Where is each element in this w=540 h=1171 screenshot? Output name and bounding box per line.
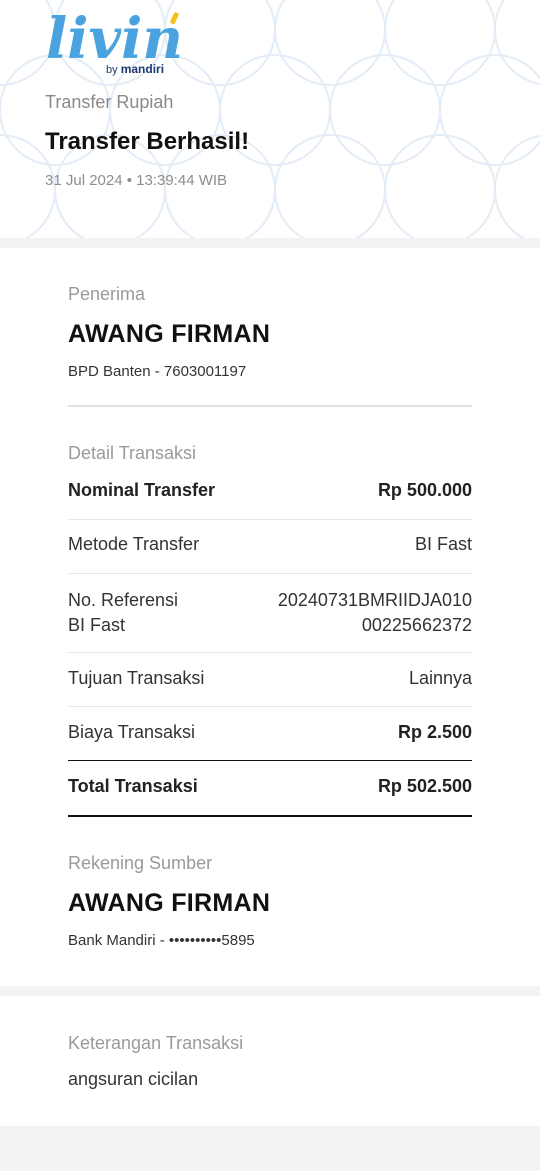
logo-byline: by mandiri: [106, 62, 165, 76]
recipient-label: Penerima: [68, 284, 146, 304]
transfer-type: Transfer Rupiah: [45, 92, 174, 112]
note-value: angsuran cicilan: [68, 1069, 199, 1089]
page-title: Transfer Berhasil!: [45, 128, 250, 155]
total-divider-bottom: [68, 815, 472, 817]
row-divider: [68, 652, 472, 653]
note-card: Keterangan Transaksi angsuran cicilan: [0, 996, 540, 1126]
source-bank-account: Bank Mandiri - ••••••••••5895: [68, 932, 255, 949]
total-divider-top: [68, 760, 472, 761]
transaction-card: Penerima AWANG FIRMAN BPD Banten - 76030…: [0, 248, 540, 986]
source-account-name: AWANG FIRMAN: [68, 889, 271, 917]
note-label: Keterangan Transaksi: [68, 1033, 244, 1053]
row-divider: [68, 573, 472, 574]
row-reference-number: No. Referensi BI Fast 20240731BMRIIDJA01…: [68, 590, 472, 635]
recipient-name: AWANG FIRMAN: [68, 320, 271, 348]
receipt-header: livin' by mandiri Transfer Rupiah Transf…: [0, 0, 540, 238]
details-label: Detail Transaksi: [68, 443, 197, 463]
row-divider: [68, 706, 472, 707]
transaction-datetime: 31 Jul 2024 • 13:39:44 WIB: [45, 172, 228, 189]
row-divider: [68, 519, 472, 520]
recipient-bank-account: BPD Banten - 7603001197: [68, 363, 247, 380]
divider: [68, 405, 472, 407]
source-account-label: Rekening Sumber: [68, 853, 213, 873]
